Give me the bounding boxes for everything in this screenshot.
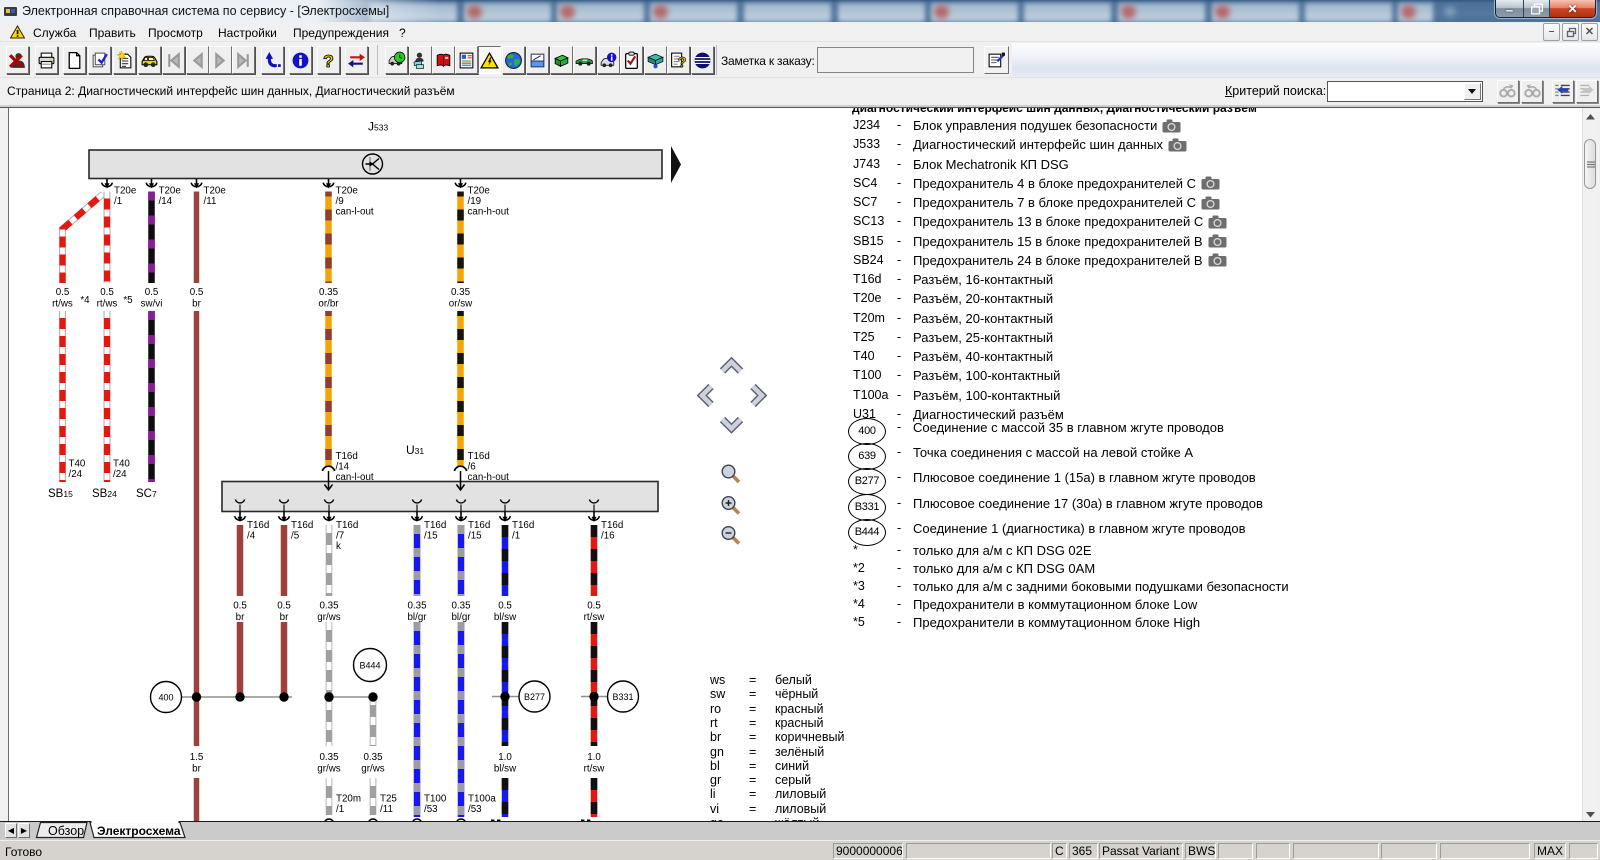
svg-text:0.5: 0.5 <box>190 287 204 298</box>
svg-text:T20e: T20e <box>336 186 359 197</box>
svg-text:?: ? <box>323 51 334 70</box>
svg-text:0.35: 0.35 <box>319 287 339 298</box>
svg-text:0.5: 0.5 <box>587 601 601 612</box>
svg-text:T16d: T16d <box>291 520 313 531</box>
svg-text:U31: U31 <box>406 443 424 457</box>
svg-text:1.0: 1.0 <box>498 752 512 763</box>
svg-text:can-h-out: can-h-out <box>468 472 510 483</box>
svg-text:T20e: T20e <box>114 186 137 197</box>
svg-text:can-l-out: can-l-out <box>336 472 374 483</box>
svg-text:/11: /11 <box>380 804 393 815</box>
svg-text:bl/sw: bl/sw <box>494 764 517 775</box>
svg-text:bl/sw: bl/sw <box>494 612 517 623</box>
svg-text:0.5: 0.5 <box>56 287 70 298</box>
svg-text:T25: T25 <box>380 794 397 805</box>
svg-text:T16d: T16d <box>424 520 446 531</box>
svg-text:/16: /16 <box>601 531 615 542</box>
svg-text:/15: /15 <box>424 531 438 542</box>
svg-text:Обзор: Обзор <box>48 824 84 838</box>
svg-text:gr/ws: gr/ws <box>317 612 341 623</box>
svg-text:SB15: SB15 <box>48 488 73 500</box>
svg-text:T20e: T20e <box>468 186 491 197</box>
svg-text:*5: *5 <box>123 295 133 306</box>
svg-text:/15: /15 <box>468 531 482 542</box>
svg-text:bl/gr: bl/gr <box>451 612 471 623</box>
svg-text:k: k <box>336 541 341 552</box>
svg-text:can-h-out: can-h-out <box>468 207 510 218</box>
svg-text:/24: /24 <box>113 469 127 480</box>
svg-text:br: br <box>280 612 289 623</box>
svg-text:0.35: 0.35 <box>451 287 471 298</box>
svg-text:T20m: T20m <box>336 794 361 805</box>
svg-text:br: br <box>236 612 245 623</box>
svg-text:0.5: 0.5 <box>233 601 247 612</box>
svg-text:T16d: T16d <box>336 520 358 531</box>
svg-text:/1: /1 <box>336 804 344 815</box>
svg-text:bl/gr: bl/gr <box>407 612 427 623</box>
svg-text:1.5: 1.5 <box>190 752 204 763</box>
svg-text:SB24: SB24 <box>92 488 117 500</box>
svg-text:/6: /6 <box>468 462 477 473</box>
svg-text:1.0: 1.0 <box>587 752 601 763</box>
svg-text:T16d: T16d <box>336 451 358 462</box>
svg-text:0.5: 0.5 <box>277 601 291 612</box>
svg-text:can-l-out: can-l-out <box>336 207 374 218</box>
svg-text:/14: /14 <box>336 462 350 473</box>
svg-text:/4: /4 <box>247 531 256 542</box>
svg-text:0.35: 0.35 <box>407 601 427 612</box>
svg-text:T40: T40 <box>113 459 130 470</box>
svg-text:/53: /53 <box>424 804 438 815</box>
svg-text:br: br <box>192 764 201 775</box>
svg-text:gr/ws: gr/ws <box>361 764 385 775</box>
svg-text:0.35: 0.35 <box>451 601 471 612</box>
svg-text:T16d: T16d <box>512 520 534 531</box>
svg-text:T100: T100 <box>424 794 447 805</box>
svg-text:*4: *4 <box>80 295 90 306</box>
svg-text:T100a: T100a <box>468 794 496 805</box>
svg-text:rt/ws: rt/ws <box>97 299 118 310</box>
svg-text:rt/sw: rt/sw <box>584 764 606 775</box>
svg-text:0.35: 0.35 <box>319 752 339 763</box>
svg-text:or/sw: or/sw <box>449 299 473 310</box>
svg-text:T16d: T16d <box>601 520 623 531</box>
svg-text:T16d: T16d <box>468 451 490 462</box>
svg-text:T16d: T16d <box>247 520 269 531</box>
svg-text:/9: /9 <box>336 196 344 207</box>
svg-text:or/br: or/br <box>318 299 339 310</box>
svg-text:?: ? <box>678 55 687 70</box>
svg-text:SC7: SC7 <box>136 488 157 500</box>
svg-text:sw/vi: sw/vi <box>141 299 163 310</box>
svg-text:0.5: 0.5 <box>100 287 114 298</box>
svg-text:0.35: 0.35 <box>319 601 339 612</box>
svg-text:/19: /19 <box>468 196 482 207</box>
svg-text:0.5: 0.5 <box>145 287 159 298</box>
svg-text:T20e: T20e <box>159 186 182 197</box>
svg-text:B331: B331 <box>612 692 633 702</box>
svg-text:/5: /5 <box>291 531 300 542</box>
svg-text:T16d: T16d <box>468 520 490 531</box>
svg-text:/53: /53 <box>468 804 482 815</box>
svg-text:rt/ws: rt/ws <box>52 299 73 310</box>
svg-text:/7: /7 <box>336 531 344 542</box>
svg-text:T20e: T20e <box>204 186 227 197</box>
svg-text:0.35: 0.35 <box>363 752 383 763</box>
svg-text:Электросхема: Электросхема <box>97 824 181 838</box>
svg-text:/1: /1 <box>512 531 520 542</box>
svg-text:B277: B277 <box>524 692 545 702</box>
svg-text:J533: J533 <box>368 120 388 134</box>
svg-text:B444: B444 <box>359 661 380 671</box>
svg-text:/14: /14 <box>159 196 173 207</box>
svg-text:/1: /1 <box>114 196 122 207</box>
svg-text:rt/sw: rt/sw <box>584 612 606 623</box>
svg-text:0.5: 0.5 <box>498 601 512 612</box>
svg-text:T40: T40 <box>69 459 86 470</box>
svg-text:/24: /24 <box>69 469 83 480</box>
svg-text:400: 400 <box>158 693 173 703</box>
svg-text:/11: /11 <box>204 196 217 207</box>
svg-text:gr/ws: gr/ws <box>317 764 341 775</box>
svg-text:br: br <box>192 299 201 310</box>
